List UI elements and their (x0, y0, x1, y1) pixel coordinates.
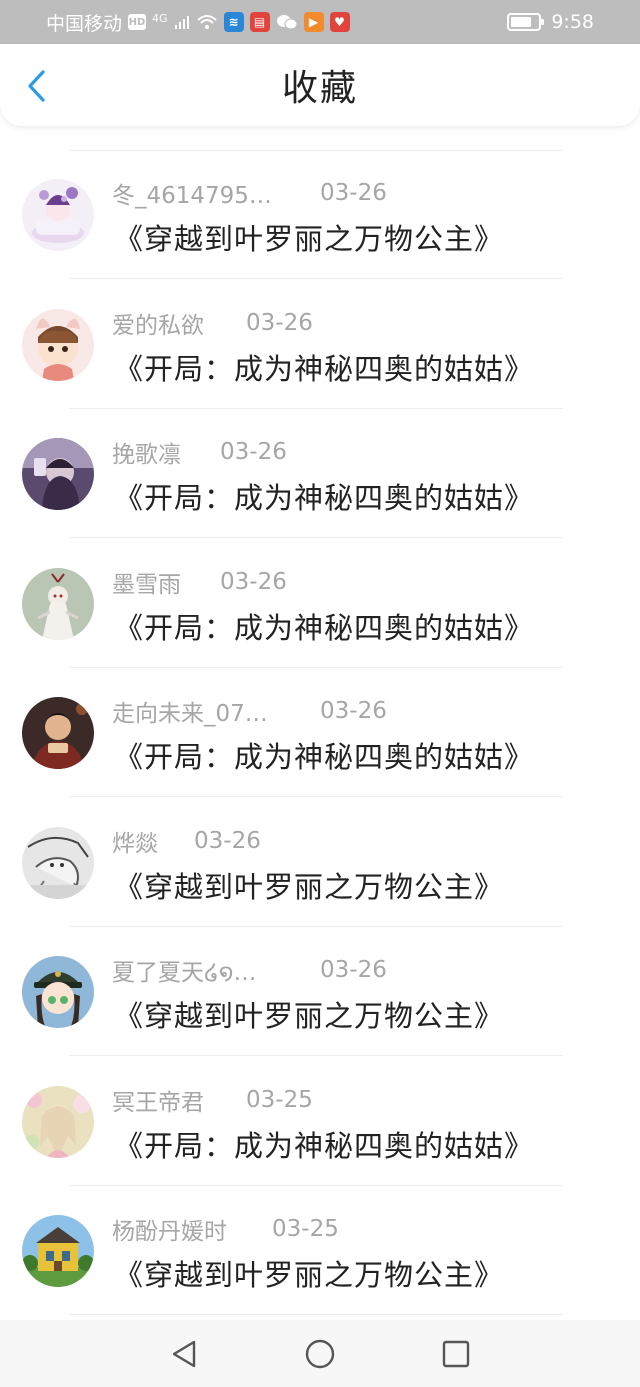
heart-app-icon: ♥ (329, 12, 350, 32)
item-date: 03-26 (246, 309, 313, 336)
circle-home-icon (305, 1339, 335, 1369)
book-title-link[interactable]: 《开局：成为神秘四奥的姑姑》 (114, 734, 534, 776)
row-divider (70, 1314, 562, 1315)
item-meta: 冥王帝君 03-25 (112, 1083, 313, 1117)
book-title-link[interactable]: 《开局：成为神秘四奥的姑姑》 (114, 475, 534, 517)
list-item[interactable]: 墨雪雨 03-26 《开局：成为神秘四奥的姑姑》 (0, 539, 640, 668)
network-label: 4G (152, 11, 168, 25)
book-title-link[interactable]: 《开局：成为神秘四奥的姑姑》 (114, 346, 534, 388)
nav-recent-button[interactable] (438, 1336, 474, 1372)
item-date: 03-25 (246, 1086, 313, 1113)
chevron-left-icon (28, 70, 45, 102)
page-title: 收藏 (281, 68, 358, 109)
hotspot-app-icon: ≋ (223, 12, 244, 32)
user-name[interactable]: 冥王帝君 (112, 1083, 204, 1117)
list-item[interactable]: 杨酚丹媛时 03-25 《穿越到叶罗丽之万物公主》 (0, 1186, 640, 1315)
triangle-back-icon (172, 1340, 196, 1368)
clock: 9:58 (551, 11, 594, 33)
status-bar: 中国移动 HD 4G ≋ ▤ ▶ ♥ 9:58 (0, 0, 640, 44)
item-meta: 墨雪雨 03-26 (112, 565, 287, 599)
item-date: 03-26 (320, 698, 387, 724)
avatar-chibi-boy[interactable] (22, 308, 94, 381)
avatar-boy-photo[interactable] (22, 697, 94, 769)
list-item[interactable]: 走向未来_07… 03-26 《开局：成为神秘四奥的姑姑》 (0, 668, 640, 797)
user-name[interactable]: 挽歌凛 (112, 435, 181, 469)
user-name[interactable]: 夏了夏天໒໑… (112, 953, 256, 987)
item-date: 03-25 (272, 1216, 339, 1242)
item-meta: 烨燚 03-26 (112, 824, 261, 858)
item-date: 03-26 (194, 827, 261, 854)
book-title-link[interactable]: 《穿越到叶罗丽之万物公主》 (114, 1252, 504, 1294)
item-date: 03-26 (320, 180, 387, 206)
avatar-white-figure[interactable] (22, 567, 94, 640)
item-date: 03-26 (220, 568, 287, 595)
video-app-icon: ▶ (303, 12, 324, 32)
item-meta: 走向未来_07… 03-26 (112, 694, 387, 728)
list-item[interactable]: 烨燚 03-26 《穿越到叶罗丽之万物公主》 (0, 798, 640, 927)
avatar-yellow-house[interactable] (22, 1215, 94, 1287)
item-meta: 夏了夏天໒໑… 03-26 (112, 953, 387, 987)
book-title-link[interactable]: 《穿越到叶罗丽之万物公主》 (114, 993, 504, 1035)
book-title-link[interactable]: 《开局：成为神秘四奥的姑姑》 (114, 605, 534, 647)
back-button[interactable] (18, 66, 54, 106)
header: 收藏 (0, 44, 640, 126)
list-item[interactable]: 冬_4614795… 03-26 《穿越到叶罗丽之万物公主》 (0, 150, 640, 279)
list-item[interactable]: 爱的私欲 03-26 《开局：成为神秘四奥的姑姑》 (0, 280, 640, 409)
user-name[interactable]: 烨燚 (112, 824, 158, 858)
item-date: 03-26 (220, 439, 287, 465)
user-name[interactable]: 走向未来_07… (112, 694, 268, 728)
list-item[interactable]: 挽歌凛 03-26 《开局：成为神秘四奥的姑姑》 (0, 409, 640, 538)
avatar-sketch[interactable] (22, 826, 94, 899)
item-date: 03-26 (320, 957, 387, 983)
avatar-flower-girl[interactable] (22, 1085, 94, 1158)
signal-icon (174, 16, 189, 29)
book-title-link[interactable]: 《穿越到叶罗丽之万物公主》 (114, 216, 504, 258)
user-name[interactable]: 墨雪雨 (112, 565, 181, 599)
avatar-purple-girl[interactable] (22, 438, 94, 510)
wechat-icon (276, 15, 298, 30)
nav-back-button[interactable] (166, 1336, 202, 1372)
list-item[interactable]: 冥王帝君 03-25 《开局：成为神秘四奥的姑姑》 (0, 1057, 640, 1186)
battery-icon (507, 13, 545, 31)
list-item[interactable]: 夏了夏天໒໑… 03-26 《穿越到叶罗丽之万物公主》 (0, 927, 640, 1056)
user-name[interactable]: 冬_4614795… (112, 176, 272, 210)
user-name[interactable]: 杨酚丹媛时 (112, 1212, 227, 1246)
avatar-lilac-cake[interactable] (22, 179, 94, 251)
status-left: 中国移动 HD 4G ≋ ▤ ▶ ♥ (46, 9, 350, 36)
book-title-link[interactable]: 《开局：成为神秘四奥的姑姑》 (114, 1123, 534, 1165)
wifi-icon (196, 15, 217, 29)
item-meta: 爱的私欲 03-26 (112, 306, 313, 340)
nav-home-button[interactable] (302, 1336, 338, 1372)
item-meta: 挽歌凛 03-26 (112, 435, 287, 469)
avatar-anime-cap[interactable] (22, 956, 94, 1028)
carrier-label: 中国移动 (46, 12, 123, 35)
book-app-icon: ▤ (249, 12, 270, 32)
square-recent-icon (442, 1340, 470, 1368)
book-title-link[interactable]: 《穿越到叶罗丽之万物公主》 (114, 864, 504, 906)
navigation-bar (0, 1320, 640, 1387)
item-meta: 杨酚丹媛时 03-25 (112, 1212, 339, 1246)
status-right: 9:58 (507, 11, 594, 33)
item-meta: 冬_4614795… 03-26 (112, 176, 387, 210)
user-name[interactable]: 爱的私欲 (112, 306, 204, 340)
hd-badge: HD (128, 14, 147, 30)
